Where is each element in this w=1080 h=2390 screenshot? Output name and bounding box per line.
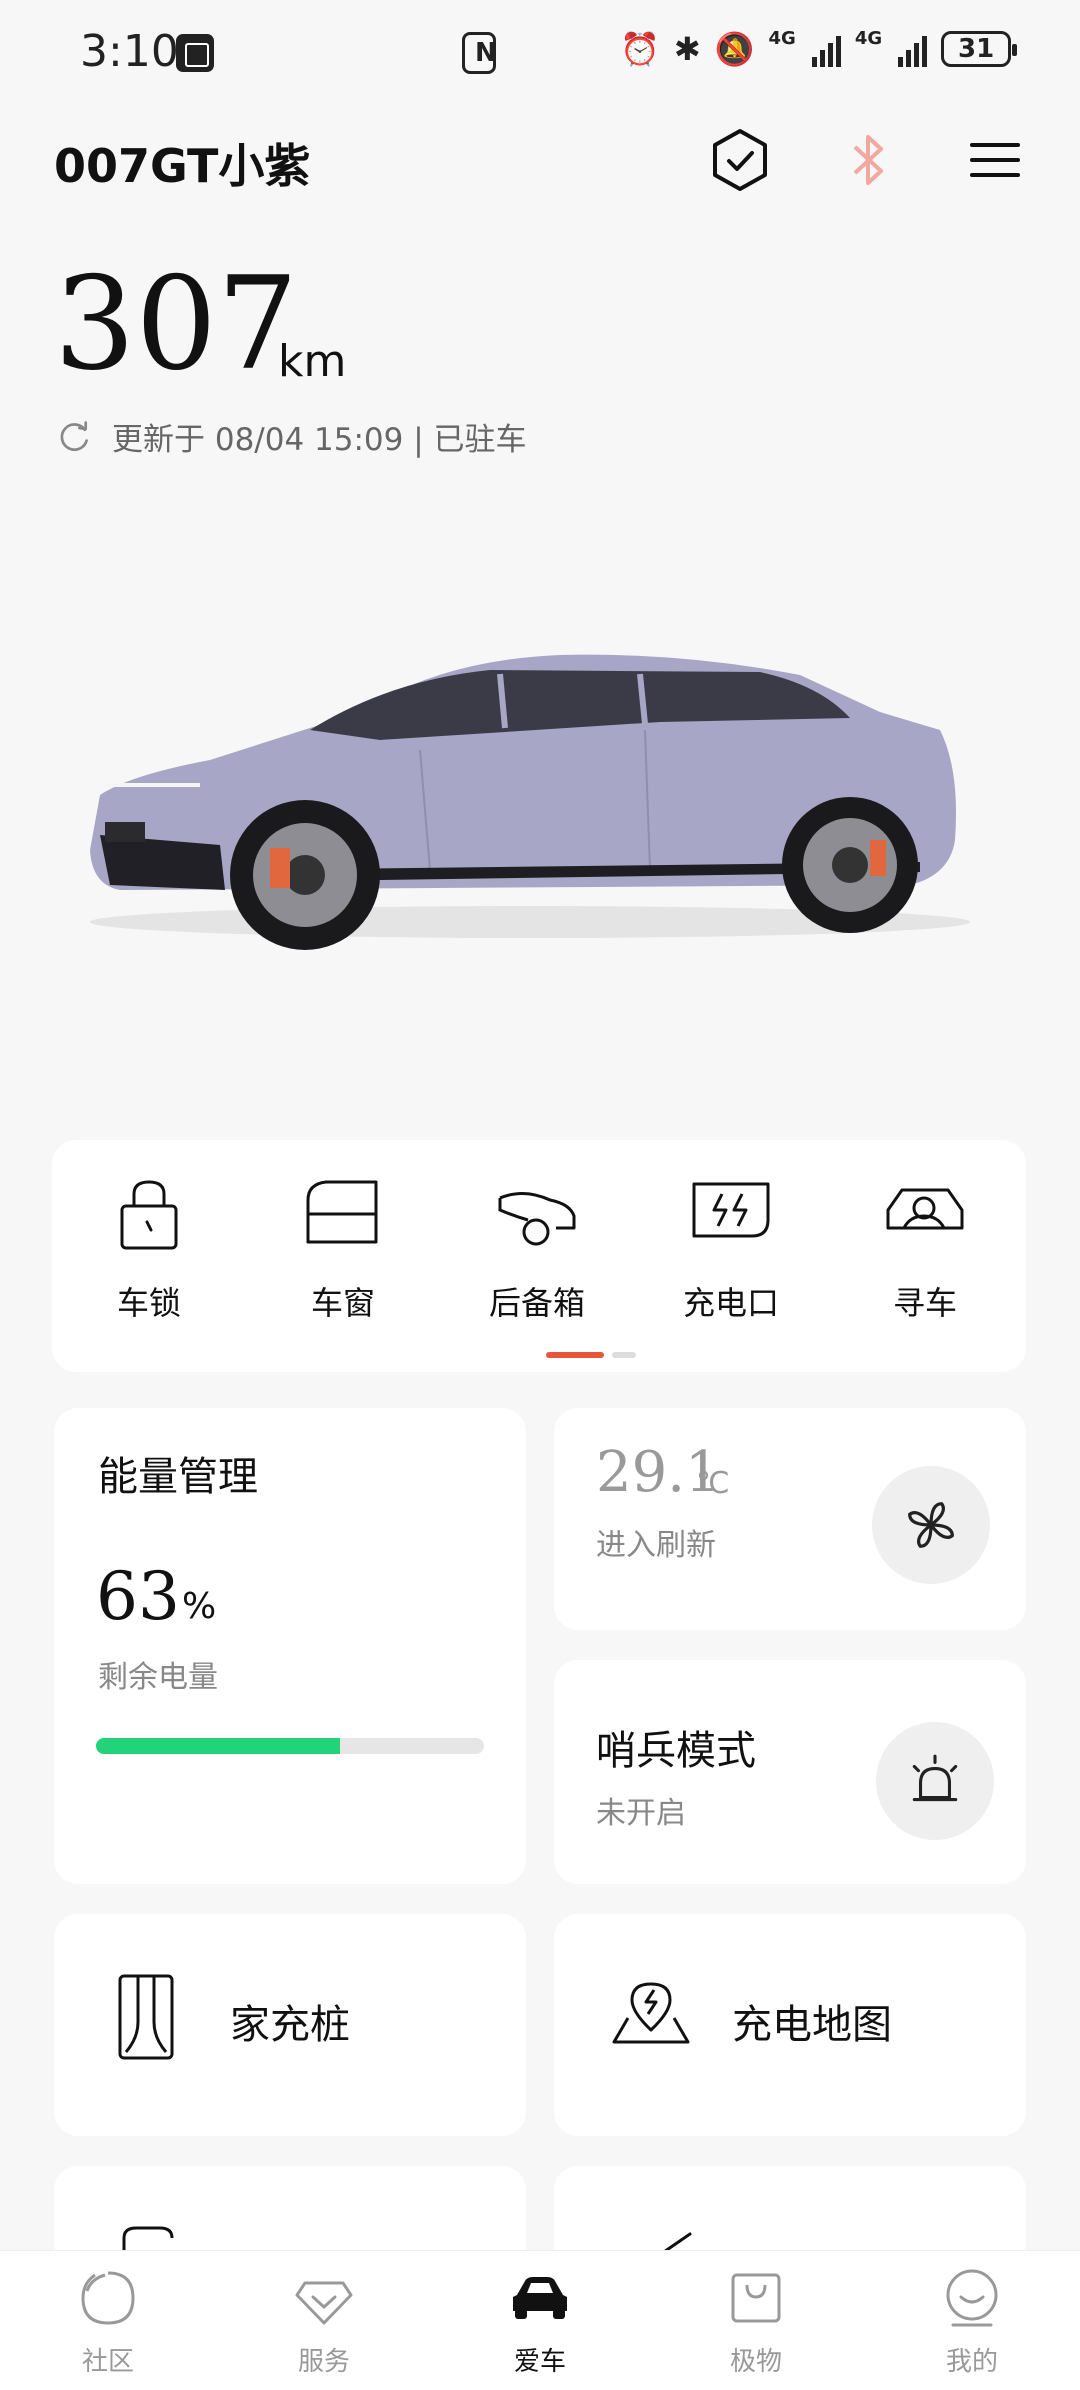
nav-shop-label: 极物 (729, 2347, 782, 2377)
trunk-label: 后备箱 (488, 1284, 585, 1322)
screen-record-icon (176, 34, 214, 72)
nav-my-car-label: 爱车 (513, 2347, 566, 2377)
home-charger-card[interactable]: 家充桩 (54, 1914, 526, 2136)
page-indicator-inactive (612, 1352, 636, 1358)
nav-profile-label: 我的 (945, 2347, 998, 2377)
profile-icon (946, 2269, 998, 2327)
update-text: 更新于 08/04 15:09 | 已驻车 (112, 422, 527, 458)
range-unit: km (278, 336, 347, 387)
service-icon (295, 2281, 353, 2325)
temperature-unit: ℃ (696, 1466, 730, 1501)
nav-shop[interactable]: 极物 (686, 2265, 826, 2378)
charge-port-icon (692, 1182, 770, 1238)
window-button[interactable]: 车窗 (246, 1170, 440, 1350)
charge-map-icon (612, 1982, 690, 2044)
find-car-icon (886, 1188, 964, 1230)
status-bar: 3:10 N ⏰ ✱ 🔕 4G 4G 31 (0, 0, 1080, 105)
charging-pile-icon (118, 1974, 174, 2060)
vehicle-name[interactable]: 007GT小紫 (54, 130, 310, 196)
nav-service-label: 服务 (297, 2347, 350, 2377)
sentry-title: 哨兵模式 (596, 1728, 756, 1774)
nfc-icon: N (462, 32, 497, 74)
lock-button[interactable]: 车锁 (52, 1170, 246, 1350)
page-indicator-active (546, 1352, 604, 1358)
network-type-1: 4G (768, 28, 796, 49)
quick-controls-panel: 车锁 车窗 后备箱 充电口 寻车 (52, 1140, 1026, 1372)
bluetooth-icon[interactable] (833, 125, 903, 195)
battery-progress-bar (96, 1738, 484, 1754)
window-icon (306, 1180, 378, 1244)
shopping-bag-icon (731, 2273, 781, 2323)
update-status[interactable]: 更新于 08/04 15:09 | 已驻车 (56, 414, 527, 459)
refresh-icon[interactable] (56, 419, 92, 455)
menu-icon[interactable] (960, 125, 1030, 195)
status-time: 3:10 (80, 26, 179, 77)
battery-level: 31 (958, 34, 995, 64)
nav-community-label: 社区 (81, 2347, 134, 2377)
nav-community[interactable]: 社区 (38, 2265, 178, 2378)
sentry-status: 未开启 (596, 1796, 686, 1831)
alarm-light-icon (912, 1754, 958, 1802)
battery-percent-unit: % (182, 1586, 217, 1627)
battery-progress-fill (96, 1738, 341, 1754)
charge-port-label: 充电口 (682, 1284, 779, 1322)
charge-map-card[interactable]: 充电地图 (554, 1914, 1026, 2136)
home-charger-label: 家充桩 (230, 2002, 350, 2048)
community-icon (81, 2271, 135, 2325)
alarm-icon: ⏰ (620, 30, 660, 68)
climate-card[interactable]: 29.1 ℃ 进入刷新 (554, 1408, 1026, 1630)
signal-icon-2 (898, 31, 928, 67)
verify-shield-icon[interactable] (705, 125, 775, 195)
battery-label: 剩余电量 (98, 1660, 218, 1695)
charge-map-label: 充电地图 (732, 2002, 892, 2048)
signal-icon-1 (811, 31, 841, 67)
fan-icon (908, 1502, 954, 1548)
car-nav-icon (513, 2277, 567, 2319)
find-car-button[interactable]: 寻车 (828, 1170, 1022, 1350)
nav-my-car[interactable]: 爱车 (470, 2265, 610, 2378)
charge-port-button[interactable]: 充电口 (634, 1170, 828, 1350)
lock-icon (120, 1180, 178, 1250)
range-value: 307 (54, 250, 299, 399)
battery-percent: 63 (96, 1558, 180, 1635)
energy-management-card[interactable]: 能量管理 63 % 剩余电量 (54, 1408, 526, 1884)
nav-profile[interactable]: 我的 (902, 2265, 1042, 2378)
lock-label: 车锁 (116, 1284, 181, 1322)
status-icons: ⏰ ✱ 🔕 4G 4G 31 (620, 28, 1018, 68)
sentry-button[interactable] (876, 1722, 994, 1840)
car-image[interactable] (60, 600, 1000, 980)
energy-title: 能量管理 (98, 1454, 258, 1500)
trunk-button[interactable]: 后备箱 (440, 1170, 634, 1350)
sentry-mode-card[interactable]: 哨兵模式 未开启 (554, 1660, 1026, 1884)
network-type-2: 4G (854, 28, 883, 49)
battery-icon: 31 (941, 31, 1018, 67)
find-car-label: 寻车 (892, 1284, 957, 1322)
window-label: 车窗 (310, 1284, 375, 1322)
trunk-icon (498, 1192, 576, 1246)
nav-service[interactable]: 服务 (254, 2265, 394, 2378)
bluetooth-status-icon: ✱ (673, 30, 701, 68)
mute-icon: 🔕 (714, 30, 755, 68)
bottom-navigation: 社区 服务 爱车 极物 我的 (0, 2250, 1080, 2390)
fan-button[interactable] (872, 1466, 990, 1584)
climate-status: 进入刷新 (596, 1528, 716, 1563)
